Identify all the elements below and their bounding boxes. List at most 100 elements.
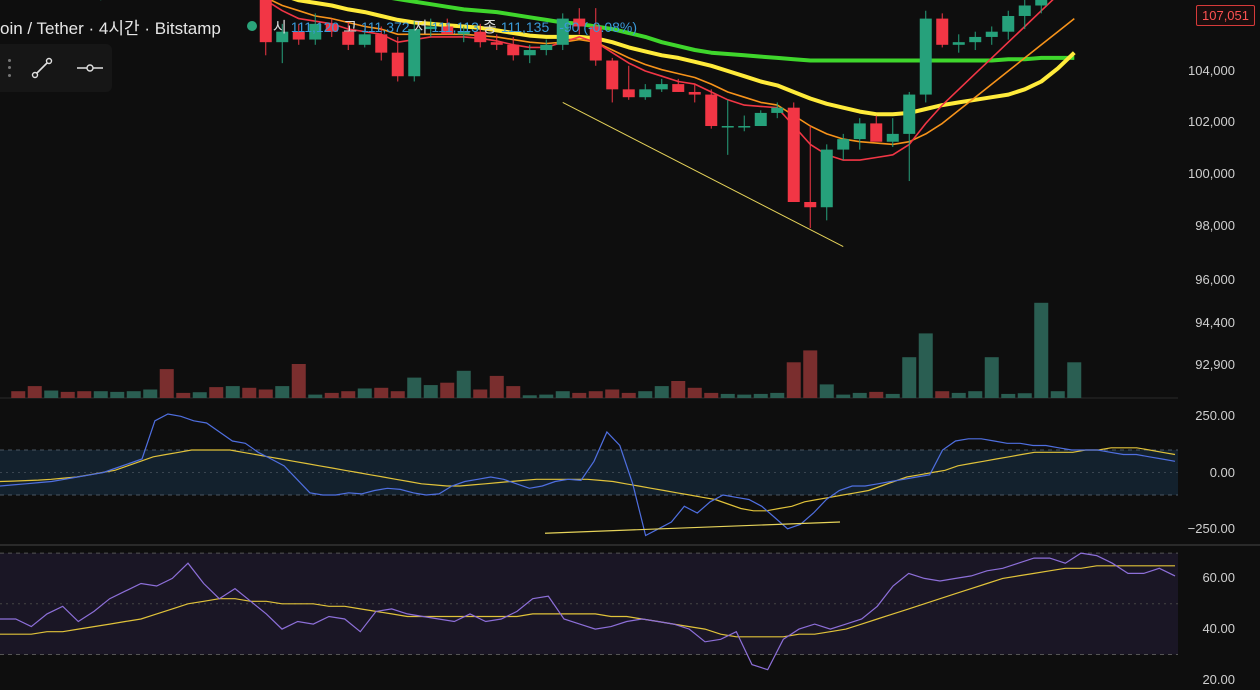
volume-bar	[984, 357, 999, 398]
volume-bar	[456, 370, 471, 398]
volume-bar	[704, 392, 719, 398]
volume-bar	[951, 392, 966, 398]
volume-bar	[836, 394, 851, 398]
candle-body	[622, 89, 635, 98]
drawing-toolbox	[0, 44, 112, 92]
candle-body	[886, 133, 899, 142]
volume-bar	[60, 391, 75, 398]
ohlc-readout: 시 111,120 고 111,372 저 111,113 종 111,135 -90 …	[273, 16, 637, 37]
volume-bar	[209, 387, 224, 398]
volume-bar	[44, 390, 59, 398]
volume-bar	[159, 369, 174, 398]
volume-bar	[407, 377, 422, 398]
candle-body	[952, 42, 965, 45]
cci-axis-tick: −250.00	[1187, 520, 1235, 536]
low-value: 111,113	[431, 18, 479, 35]
price-axis-tick: 92,900	[1195, 357, 1235, 372]
volume-bar	[341, 391, 356, 398]
candle-body	[903, 94, 916, 134]
drag-handle-icon[interactable]	[4, 57, 14, 79]
volume-bar	[687, 387, 702, 398]
cci-axis-tick: 0.00	[1209, 464, 1235, 480]
volume-bar	[110, 391, 125, 398]
close-value: 111,135	[500, 18, 550, 35]
volume-bar	[258, 389, 273, 398]
volume-bar	[786, 362, 801, 398]
candle-body	[804, 202, 817, 208]
volume-bar	[902, 357, 917, 398]
volume-bar	[770, 392, 785, 398]
volume-bar	[671, 381, 686, 398]
candle-body	[985, 31, 998, 37]
candle-body	[639, 89, 652, 98]
volume-bar	[291, 364, 306, 398]
price-axis-tick: 96,000	[1195, 272, 1235, 287]
volume-bar	[852, 392, 867, 398]
candle-body	[721, 126, 734, 128]
volume-bar	[588, 391, 603, 398]
volume-bar	[357, 388, 372, 398]
volume-bar	[275, 386, 290, 398]
candle-body	[771, 107, 784, 113]
change-value: -90 (-0.08%)	[559, 18, 638, 35]
volume-bar	[440, 382, 455, 398]
cci-axis-tick: 250.00	[1195, 408, 1235, 424]
volume-bar	[753, 393, 768, 398]
volume-bar	[918, 333, 933, 398]
volume-bar	[968, 391, 983, 398]
candle-body	[919, 18, 932, 95]
rsi-axis-tick: 60.00	[1202, 570, 1235, 586]
volume-bar	[654, 386, 669, 398]
candle-body	[738, 126, 751, 128]
candle-body	[787, 107, 800, 202]
volume-bar	[522, 395, 537, 398]
horizontal-ray-tool[interactable]	[70, 48, 110, 88]
symbol-title[interactable]: oin / Tether · 4시간 · Bitstamp	[0, 14, 221, 39]
volume-bar	[555, 391, 570, 398]
high-label: 고	[343, 18, 358, 36]
volume-bar	[506, 386, 521, 398]
volume-bar	[935, 391, 950, 398]
volume-bar	[720, 393, 735, 398]
volume-bar	[192, 392, 207, 398]
price-axis-tick: 94,400	[1195, 315, 1235, 330]
volume-bar	[489, 375, 504, 398]
horizontal-ray-icon	[77, 64, 103, 72]
candle-body	[523, 50, 536, 56]
candle-body	[870, 123, 883, 142]
volume-bar	[605, 389, 620, 398]
volume-bar	[869, 391, 884, 398]
open-value: 111,120	[290, 18, 340, 35]
open-label: 시	[272, 18, 287, 36]
volume-bar	[27, 386, 42, 398]
volume-bar	[819, 384, 834, 398]
volume-bar	[539, 394, 554, 398]
volume-bar	[1017, 393, 1032, 398]
rsi-axis-tick: 20.00	[1202, 671, 1235, 687]
candle-body	[507, 44, 520, 56]
candle-body	[490, 42, 503, 45]
candle-body	[688, 91, 701, 95]
high-value: 111,372	[361, 18, 410, 35]
volume-bar	[1034, 302, 1049, 398]
volume-bar	[572, 392, 587, 398]
candle-body	[969, 36, 982, 43]
trend-line-tool[interactable]	[22, 48, 62, 88]
close-label: 종	[482, 18, 497, 36]
candle-body	[391, 52, 404, 77]
volume-bar	[176, 392, 191, 398]
volume-bar	[473, 389, 488, 398]
volume-bar	[1001, 393, 1016, 398]
volume-bar	[423, 385, 438, 398]
candle-body	[655, 84, 668, 90]
candle-body	[853, 123, 866, 140]
volume-bar	[77, 391, 92, 398]
candle-body	[1035, 0, 1048, 6]
candle-body	[540, 44, 553, 51]
volume-bar	[1050, 391, 1065, 398]
volume-bar	[885, 393, 900, 398]
volume-bar	[11, 391, 26, 398]
volume-bar	[126, 391, 141, 398]
price-chart[interactable]	[0, 0, 1260, 690]
candle-body	[1002, 15, 1015, 32]
